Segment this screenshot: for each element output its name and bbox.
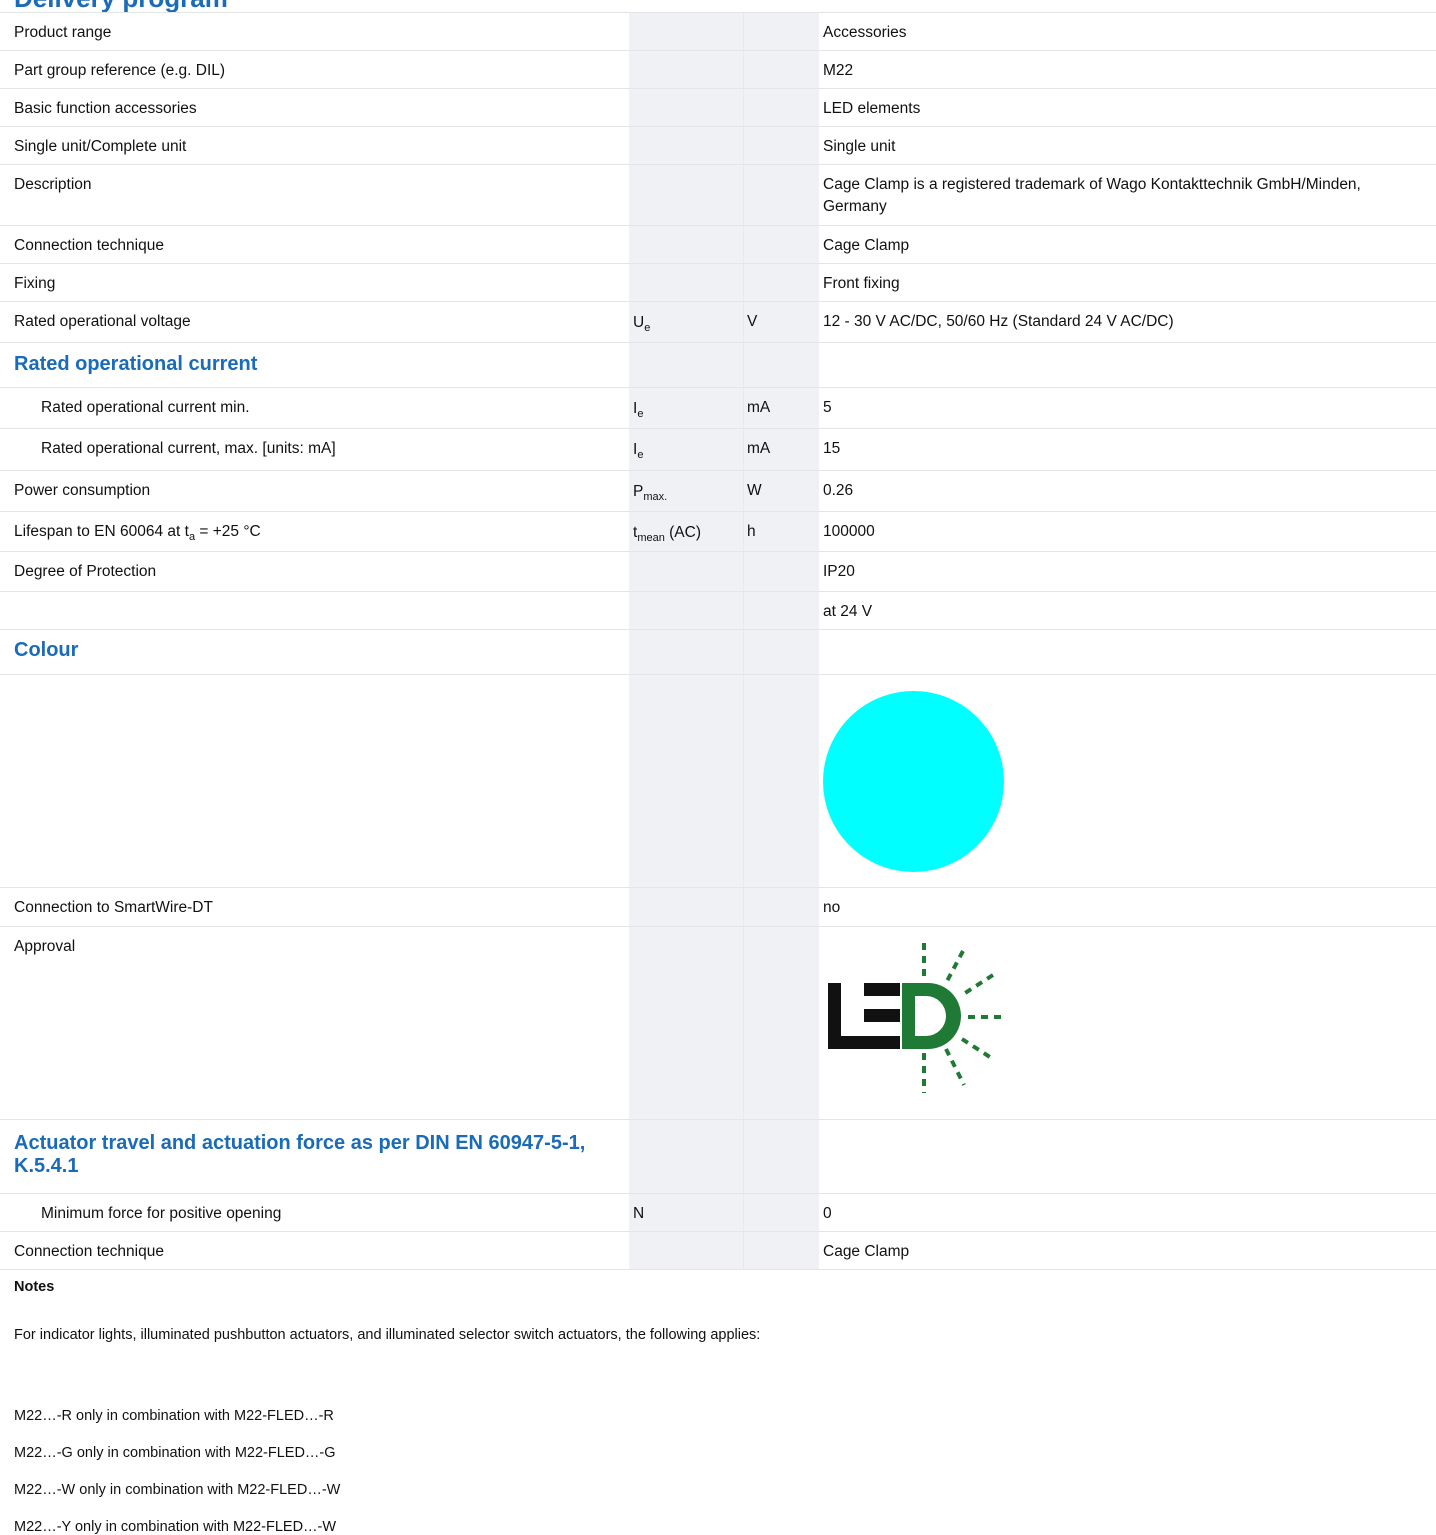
- spec-symbol: Ue: [633, 314, 651, 334]
- spec-value: Cage Clamp: [823, 1243, 910, 1260]
- spec-value: Accessories: [823, 24, 907, 41]
- spec-row-single-unit: Single unit/Complete unit Single unit: [0, 126, 1436, 164]
- spec-symbol: Pmax.: [633, 483, 668, 503]
- spec-label: Part group reference (e.g. DIL): [14, 62, 226, 79]
- spec-value: 5: [823, 399, 832, 416]
- spec-row-power: Power consumption Pmax. W 0.26: [0, 470, 1436, 511]
- spec-row-protection-note: at 24 V: [0, 591, 1436, 629]
- spec-label: Rated operational current, max. [units: …: [41, 440, 336, 457]
- spec-label: Connection technique: [14, 1243, 164, 1260]
- spec-value: M22: [823, 62, 854, 79]
- spec-row-lifespan: Lifespan to EN 60064 at ta = +25 °C tmea…: [0, 511, 1436, 551]
- section-header-actuator: Actuator travel and actuation force as p…: [0, 1119, 1436, 1193]
- spec-label: Approval: [14, 938, 76, 955]
- notes-intro: For indicator lights, illuminated pushbu…: [14, 1327, 761, 1343]
- spec-row-basic-function: Basic function accessories LED elements: [0, 88, 1436, 126]
- spec-unit: h: [747, 523, 756, 540]
- spec-row-current-min: Rated operational current min. Ie mA 5: [0, 387, 1436, 428]
- colour-swatch: [823, 691, 1004, 872]
- spec-unit: mA: [747, 440, 771, 457]
- spec-label: Description: [14, 176, 92, 193]
- note-item: M22…-G only in combination with M22-FLED…: [14, 1445, 336, 1461]
- spec-label: Rated operational voltage: [14, 313, 191, 330]
- spec-value: 15: [823, 440, 841, 457]
- spec-row-part-group: Part group reference (e.g. DIL) M22: [0, 50, 1436, 88]
- spec-row-rated-voltage: Rated operational voltage Ue V 12 - 30 V…: [0, 301, 1436, 342]
- note-item: M22…-W only in combination with M22-FLED…: [14, 1482, 341, 1498]
- spec-symbol: Ie: [633, 400, 644, 420]
- section-title: Colour: [14, 639, 79, 661]
- note-item: M22…-R only in combination with M22-FLED…: [14, 1408, 334, 1424]
- spec-value: IP20: [823, 563, 855, 580]
- spec-row-protection: Degree of Protection IP20: [0, 551, 1436, 591]
- spec-label: Power consumption: [14, 482, 151, 499]
- spec-row-smartwire: Connection to SmartWire-DT no: [0, 887, 1436, 926]
- section-header-colour: Colour: [0, 629, 1436, 674]
- spec-row-description: Description Cage Clamp is a registered t…: [0, 164, 1436, 225]
- spec-label: Rated operational current min.: [41, 399, 250, 416]
- spec-symbol: tmean (AC): [633, 524, 702, 544]
- spec-label: Degree of Protection: [14, 563, 157, 580]
- spec-label: Basic function accessories: [14, 100, 197, 117]
- spec-row-connection-technique: Connection technique Cage Clamp: [0, 225, 1436, 263]
- spec-row-connection-technique-2: Connection technique Cage Clamp: [0, 1231, 1436, 1270]
- notes-title: Notes: [14, 1279, 55, 1295]
- spec-value: at 24 V: [823, 603, 873, 620]
- spec-value: LED elements: [823, 100, 921, 117]
- section-header-current: Rated operational current: [0, 342, 1436, 387]
- spec-label: Product range: [14, 24, 112, 41]
- spec-label: Minimum force for positive opening: [41, 1205, 282, 1222]
- spec-value: 12 - 30 V AC/DC, 50/60 Hz (Standard 24 V…: [823, 313, 1174, 330]
- spec-row-approval: Approval: [0, 926, 1436, 1119]
- spec-label: Connection technique: [14, 237, 164, 254]
- spec-value: Single unit: [823, 138, 896, 155]
- spec-label: Lifespan to EN 60064 at ta = +25 °C: [14, 523, 261, 543]
- spec-value: Front fixing: [823, 275, 900, 292]
- spec-value: 100000: [823, 523, 875, 540]
- spec-unit: V: [747, 313, 758, 330]
- spec-label: Fixing: [14, 275, 56, 292]
- spec-row-fixing: Fixing Front fixing: [0, 263, 1436, 301]
- colour-swatch-row: [0, 674, 1436, 887]
- spec-value: Cage Clamp is a registered trademark of …: [823, 176, 1361, 215]
- spec-value: no: [823, 899, 841, 916]
- spec-value: Cage Clamp: [823, 237, 910, 254]
- section-title: Rated operational current: [14, 353, 258, 375]
- spec-row-min-force: Minimum force for positive opening N 0: [0, 1193, 1436, 1231]
- spec-unit: W: [747, 482, 762, 499]
- led-logo-icon: [828, 943, 1002, 1093]
- spec-row-current-max: Rated operational current, max. [units: …: [0, 428, 1436, 470]
- spec-value: 0: [823, 1205, 832, 1222]
- spec-label: Single unit/Complete unit: [14, 138, 187, 155]
- section-title: Actuator travel and actuation force as p…: [14, 1132, 586, 1177]
- spec-value: 0.26: [823, 482, 854, 499]
- spec-symbol: Ie: [633, 441, 644, 461]
- spec-row-product-range: Product range Accessories: [0, 12, 1436, 50]
- note-item: M22…-Y only in combination with M22-FLED…: [14, 1519, 337, 1535]
- spec-label: Connection to SmartWire-DT: [14, 899, 213, 916]
- spec-unit: mA: [747, 399, 771, 416]
- spec-symbol: N: [633, 1205, 645, 1222]
